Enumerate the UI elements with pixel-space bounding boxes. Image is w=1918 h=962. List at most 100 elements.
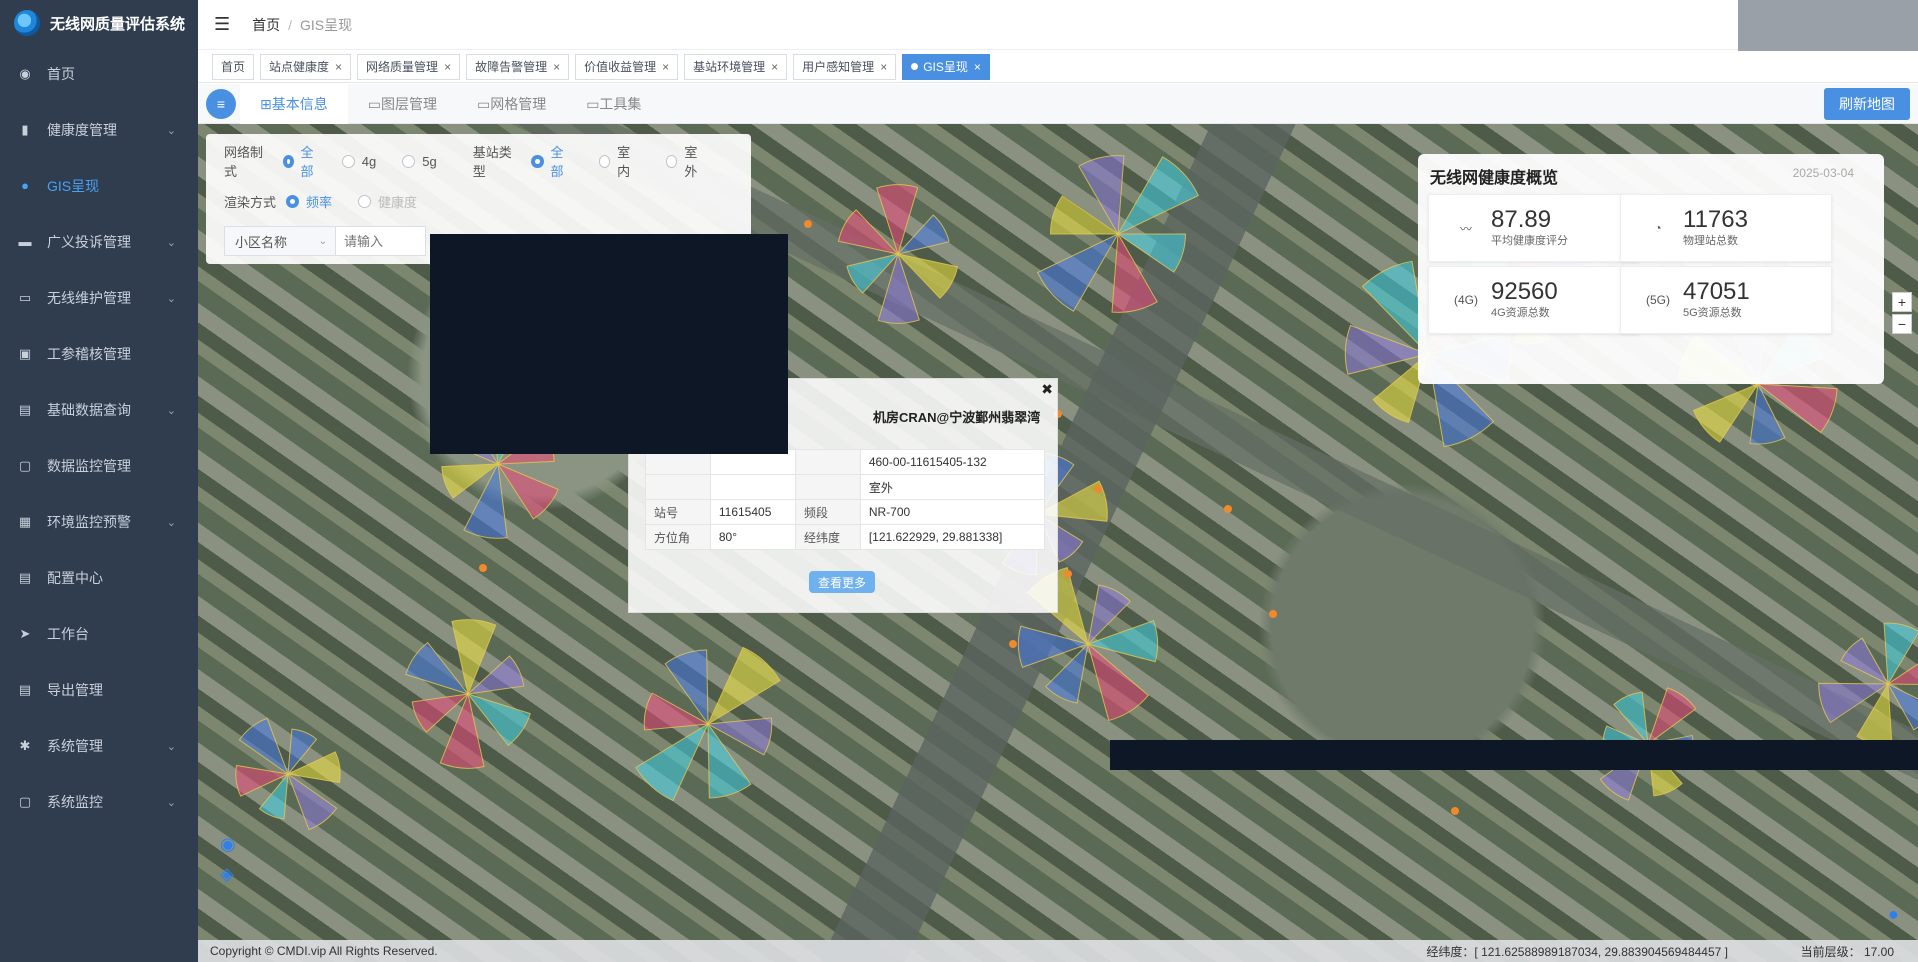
- gis-map[interactable]: 网络制式 全部 4g 5g 基站类型 全部 室内 室外 渲染方式 频率 健康度 小区名称 ⌄…: [198, 124, 1918, 962]
- layers-icon[interactable]: ◈: [220, 864, 234, 885]
- tab[interactable]: 故障告警管理 ×: [466, 53, 570, 80]
- tab-label: 首页: [221, 60, 246, 74]
- antenna-5g-icon: (5G): [1646, 293, 1670, 307]
- cell-sector[interactable]: [238, 717, 290, 776]
- cell-name-select[interactable]: 小区名称 ⌄: [224, 226, 336, 256]
- render-mode-label: 渲染方式: [224, 194, 277, 210]
- tab[interactable]: 首页: [212, 53, 255, 80]
- radio-label: 5g: [422, 153, 437, 169]
- radio-option[interactable]: 全部: [531, 142, 572, 180]
- logo-icon: [14, 10, 40, 36]
- cell-sector[interactable]: [1646, 687, 1697, 746]
- sidebar-item[interactable]: ▤ 配置中心: [0, 550, 198, 606]
- sidebar-item[interactable]: ▦ 环境监控预警 ⌄: [0, 494, 198, 550]
- close-icon[interactable]: ×: [553, 60, 560, 74]
- map-tab[interactable]: ▭图层管理: [348, 84, 457, 124]
- site-marker[interactable]: [1009, 640, 1017, 648]
- sidebar-item-label: 首页: [47, 66, 75, 82]
- cell-sector[interactable]: [286, 772, 338, 831]
- cell-sector[interactable]: [496, 462, 559, 520]
- sidebar-item-label: 健康度管理: [47, 122, 117, 138]
- table-cell: 频段: [794, 499, 861, 525]
- tab[interactable]: 网络质量管理 ×: [357, 53, 461, 80]
- sidebar-item[interactable]: ◉ 首页: [0, 46, 198, 102]
- sidebar-item[interactable]: ▢ 系统监控 ⌄: [0, 774, 198, 830]
- cell-sector[interactable]: [706, 646, 781, 726]
- cell-sector[interactable]: [1886, 682, 1918, 731]
- close-icon[interactable]: ×: [335, 60, 342, 74]
- tab-label: GIS呈现: [923, 60, 968, 74]
- help-icon[interactable]: ●: [1888, 904, 1899, 925]
- map-tab[interactable]: ▭网格管理: [457, 84, 566, 124]
- sidebar-item[interactable]: ▣ 工参稽核管理: [0, 326, 198, 382]
- radio-option[interactable]: 全部: [282, 142, 316, 180]
- monitor-chart-icon: ▢: [18, 794, 32, 809]
- view-more-button[interactable]: 查看更多: [809, 571, 876, 593]
- refresh-map-button[interactable]: 刷新地图: [1824, 88, 1910, 120]
- site-marker[interactable]: [1094, 485, 1102, 493]
- chevron-down-icon: ⌄: [166, 404, 176, 417]
- radio-circle-icon: [282, 154, 294, 168]
- redacted-region: [1110, 740, 1918, 770]
- zoom-in-button[interactable]: +: [1892, 292, 1912, 312]
- export-icon: ▤: [18, 682, 32, 697]
- document-icon: ▤: [18, 402, 32, 417]
- close-icon[interactable]: ×: [662, 60, 669, 74]
- site-marker[interactable]: [1451, 807, 1459, 815]
- zoom-out-button[interactable]: −: [1892, 314, 1912, 334]
- sidebar-item[interactable]: ➤ 工作台: [0, 606, 198, 662]
- site-marker[interactable]: [1064, 570, 1072, 578]
- tab[interactable]: GIS呈现 ×: [902, 53, 990, 80]
- site-marker[interactable]: [1269, 610, 1277, 618]
- map-menu-button[interactable]: ≡: [206, 88, 236, 119]
- radio-label: 4g: [361, 153, 377, 169]
- tab[interactable]: 用户感知管理 ×: [793, 53, 897, 80]
- sidebar-item[interactable]: ▮ 健康度管理 ⌄: [0, 102, 198, 158]
- radio-option[interactable]: 室内: [598, 142, 640, 180]
- close-icon[interactable]: ×: [771, 60, 778, 74]
- radio-option[interactable]: 室外: [665, 142, 707, 180]
- user-area[interactable]: [1738, 0, 1918, 54]
- menu-toggle-icon[interactable]: ☰: [214, 14, 230, 35]
- radio-option[interactable]: 健康度: [358, 192, 417, 211]
- close-icon[interactable]: ×: [880, 60, 887, 74]
- stat-value: 11763: [1683, 206, 1748, 233]
- map-tab[interactable]: ▭工具集: [566, 84, 661, 124]
- site-marker[interactable]: [1224, 505, 1232, 513]
- tab[interactable]: 价值收益管理 ×: [575, 53, 679, 80]
- close-icon[interactable]: ✖: [1041, 381, 1053, 398]
- sidebar-item[interactable]: ▢ 数据监控管理: [0, 438, 198, 494]
- cell-search-input[interactable]: [336, 226, 426, 256]
- cell-sector[interactable]: [1116, 156, 1200, 236]
- sidebar-item[interactable]: ▭ 无线维护管理 ⌄: [0, 270, 198, 326]
- stat-card: 〰 87.89 平均健康度评分: [1428, 194, 1640, 262]
- breadcrumb-home[interactable]: 首页: [252, 17, 280, 33]
- site-marker[interactable]: [479, 564, 487, 572]
- tab-label: 价值收益管理: [584, 60, 657, 74]
- cell-sector[interactable]: [1692, 382, 1760, 443]
- tab-label: 站点健康度: [269, 60, 330, 74]
- cell-sector[interactable]: [1840, 637, 1890, 686]
- sidebar-item[interactable]: ▤ 基础数据查询 ⌄: [0, 382, 198, 438]
- station-type-label: 基站类型: [472, 145, 512, 179]
- sidebar-item[interactable]: ✱ 系统管理 ⌄: [0, 718, 198, 774]
- radio-option[interactable]: 4g: [341, 142, 377, 180]
- map-tab[interactable]: ⊞基本信息: [240, 83, 348, 124]
- sidebar-item[interactable]: ▬ 广义投诉管理 ⌄: [0, 214, 198, 270]
- locate-icon[interactable]: ◉: [220, 834, 236, 855]
- stat-card: ◔ 11763 物理站总数: [1620, 194, 1832, 262]
- cell-sector[interactable]: [635, 722, 710, 802]
- close-icon[interactable]: ×: [444, 60, 451, 74]
- tab[interactable]: 站点健康度 ×: [260, 53, 352, 80]
- sidebar-item[interactable]: ▤ 导出管理: [0, 662, 198, 718]
- sidebar-item[interactable]: ● GIS呈现: [0, 158, 198, 214]
- radio-option[interactable]: 5g: [402, 142, 437, 180]
- tab[interactable]: 基站环境管理 ×: [684, 53, 788, 80]
- radio-option[interactable]: 频率: [286, 192, 332, 211]
- site-marker[interactable]: [804, 220, 812, 228]
- radio-circle-icon: [598, 154, 611, 168]
- sidebar-item-label: 系统管理: [47, 738, 103, 754]
- radio-label: 室外: [684, 145, 698, 179]
- cell-sector[interactable]: [1036, 232, 1120, 312]
- close-icon[interactable]: ×: [974, 60, 981, 74]
